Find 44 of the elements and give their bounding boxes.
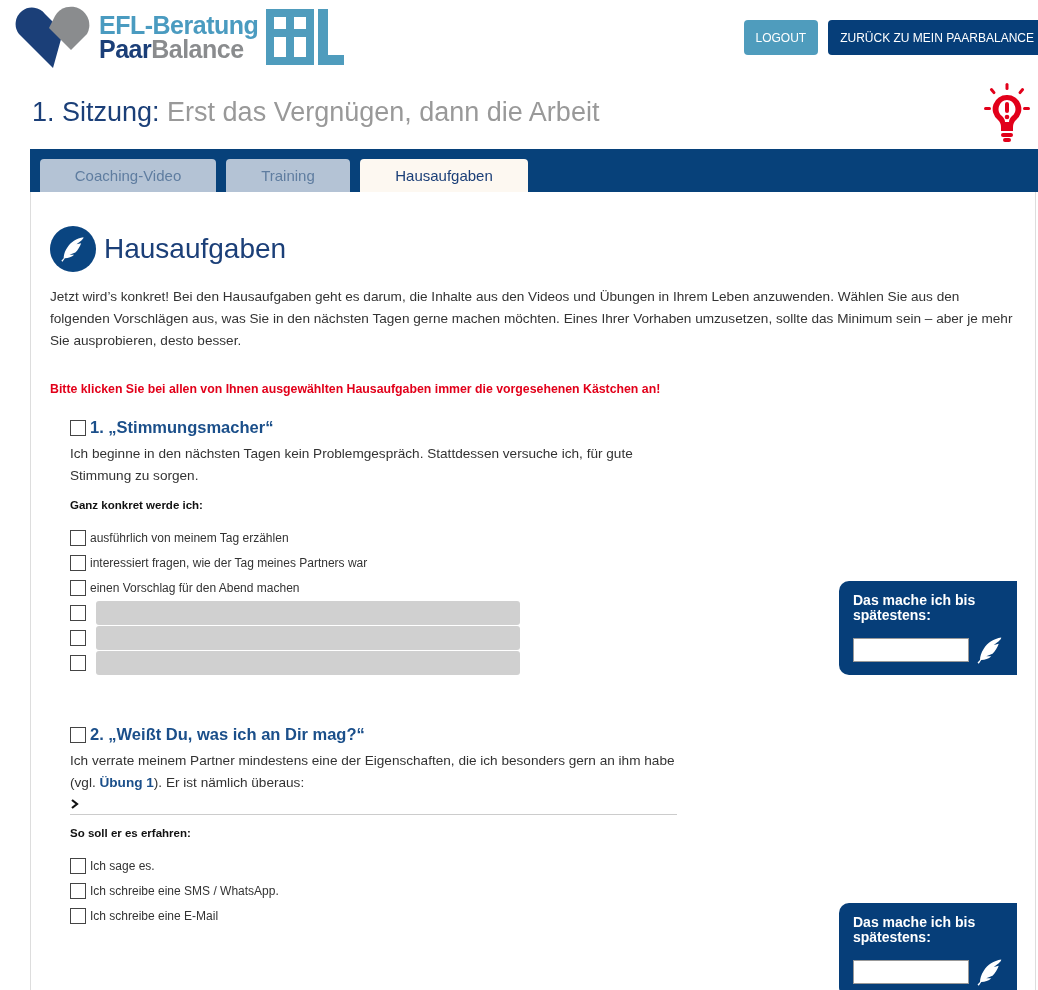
task-title: 2. „Weißt Du, was ich an Dir mag?“ (90, 725, 365, 744)
checkbox[interactable] (70, 907, 86, 924)
subheading: Ganz konkret werde ich: (70, 499, 204, 511)
checkbox[interactable] (70, 654, 86, 671)
section-heading: Hausaufgaben (104, 233, 287, 265)
checkbox[interactable] (70, 529, 86, 546)
brand-name: EFL-Beratung (99, 13, 259, 37)
checkbox[interactable] (70, 604, 86, 621)
tab[interactable]: Hausaufgaben (360, 159, 528, 192)
input-field[interactable] (96, 625, 520, 650)
input-field[interactable] (96, 650, 520, 675)
option-label: Ich schreibe eine E-Mail (90, 908, 219, 923)
checkbox[interactable] (70, 882, 86, 899)
heart-logo-icon (15, 6, 91, 68)
checkbox[interactable] (70, 857, 86, 874)
notice-text: Bitte klicken Sie bei allen von Ihnen ausgewählten Hausaufgaben immer die vorgesehenen Kästchen an! (50, 382, 662, 396)
checkbox[interactable] (70, 419, 86, 436)
checkbox[interactable] (70, 726, 86, 743)
date-field[interactable] (853, 960, 969, 984)
task-description: Ich verrate meinem Partner mindestens eine der Eigenschaften, die ich besonders gern an ihm habe (vgl. Übung 1). Er ist nämlich überaus: (70, 752, 676, 792)
deadline-label: Das mache ich bis spätestens: (853, 593, 977, 623)
checkbox[interactable] (70, 554, 86, 571)
checkbox[interactable] (70, 579, 86, 596)
subheading: So soll er es erfahren: (70, 827, 192, 839)
option-label: einen Vorschlag für den Abend machen (90, 580, 300, 595)
input-field[interactable] (96, 600, 520, 625)
intro-paragraph: Jetzt wird’s konkret! Bei den Hausaufgaben geht es darum, die Inhalte aus den Videos und Übungen in Ihrem Leben anzuwenden. Wählen Sie aus den folgenden Vorschlägen aus, was Sie in den nächsten Tagen gerne machen möchten. Eines Ihrer Vorhaben umzusetzen, sollte das Minimum sein – aber je mehr Sie ausprobieren, desto besser. (50, 288, 1014, 350)
efl-logo-icon (266, 9, 345, 65)
option-label: interessiert fragen, wie der Tag meines Partners war (90, 555, 368, 570)
task-description: Ich beginne in den nächsten Tagen kein Problemgespräch. Stattdessen versuche ich, für gute Stimmung zu sorgen. (70, 445, 634, 485)
deadline-label: Das mache ich bis spätestens: (853, 915, 977, 945)
back-button[interactable]: ZURÜCK ZU MEIN PAARBALANCE (828, 20, 1038, 55)
option-label: Ich sage es. (90, 858, 155, 873)
page-title: 1. Sitzung: Erst das Vergnügen, dann die Arbeit (32, 97, 600, 128)
checkbox[interactable] (70, 629, 86, 646)
option-label: ausführlich von meinem Tag erzählen (90, 530, 289, 545)
brand-name: PaarBalance (99, 37, 244, 61)
quill-icon (50, 226, 96, 272)
chevron-icon (70, 799, 80, 809)
lightbulb-icon (984, 82, 1030, 143)
option-label: Ich schreibe eine SMS / WhatsApp. (90, 883, 279, 898)
exercise-link[interactable]: Übung 1 (99, 775, 154, 790)
date-field[interactable] (853, 638, 969, 662)
task-title: 1. „Stimmungsmacher“ (90, 418, 274, 437)
